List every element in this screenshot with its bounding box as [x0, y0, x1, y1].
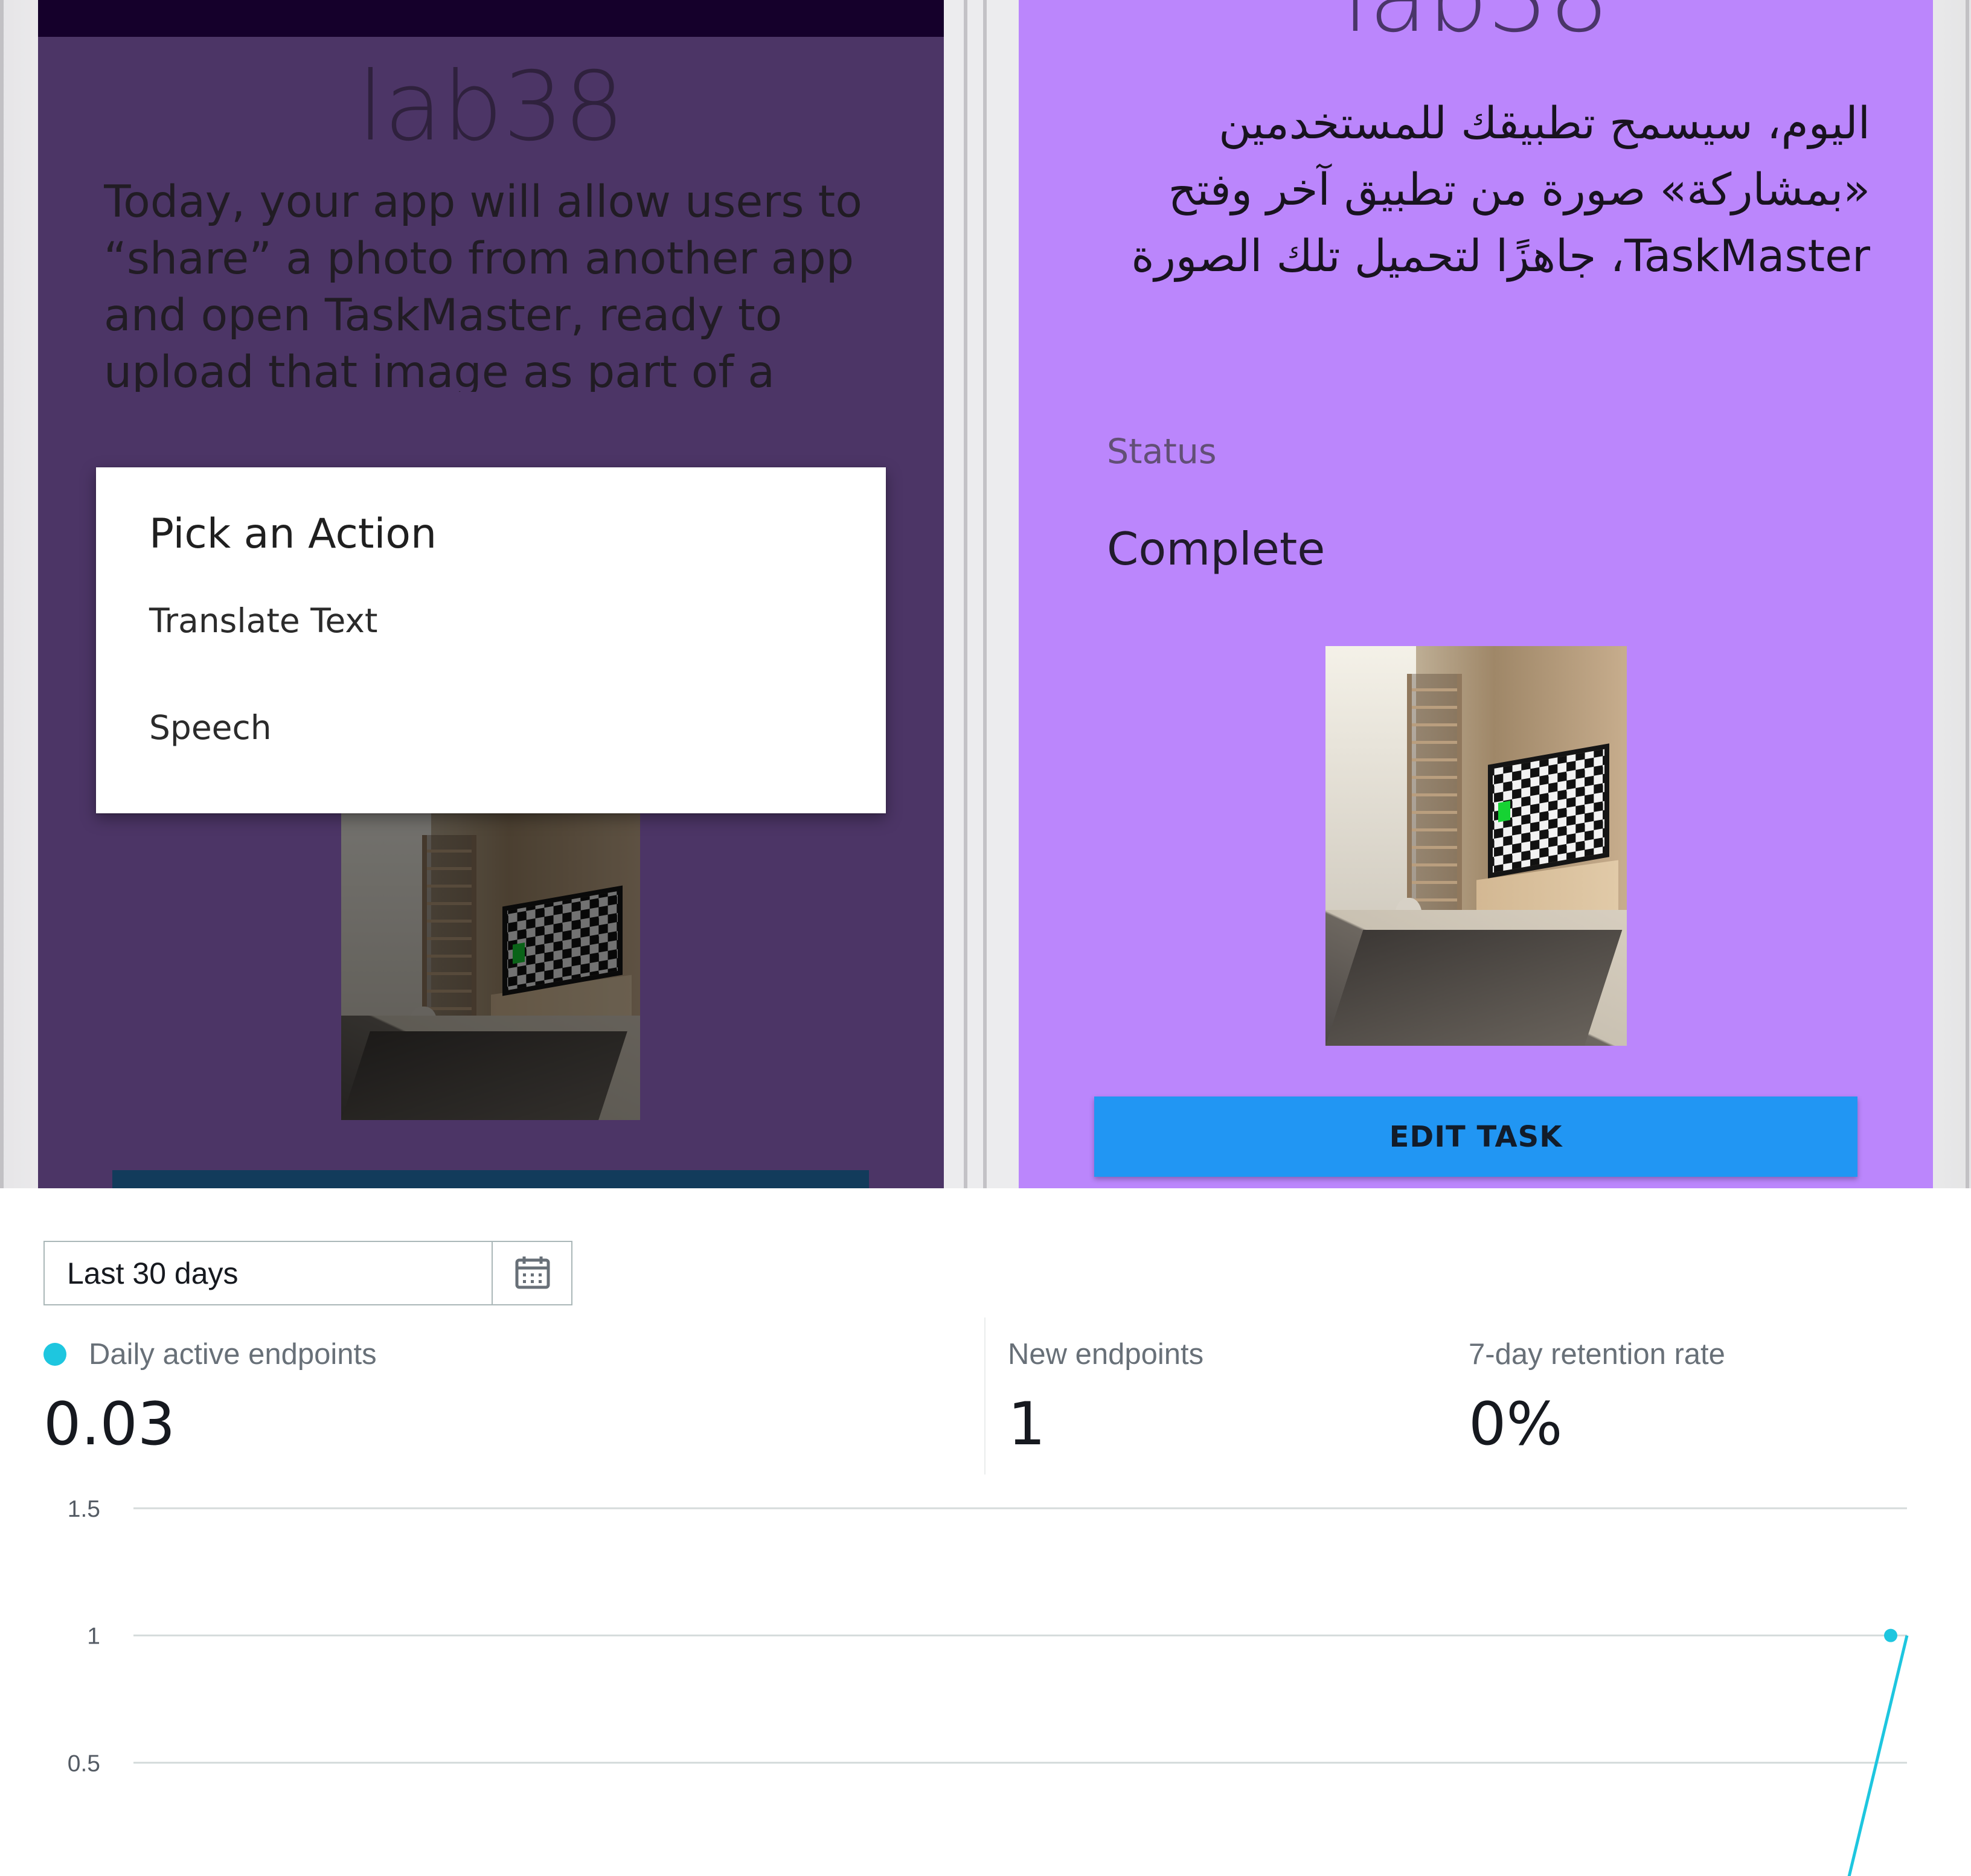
android-screenshots: lab38 Today, your app will allow users t…: [0, 0, 1971, 1188]
retention-rate-metric: 7-day retention rate 0%: [1469, 1336, 1861, 1454]
room-rug: [1325, 930, 1623, 1046]
daily-active-endpoints-point: [1884, 1628, 1897, 1642]
screenshot-page: lab38 Today, your app will allow users t…: [0, 0, 1971, 1876]
line-chart-svg: 1.5 1 0.5: [68, 1496, 1909, 1876]
daily-active-endpoints-line: [1847, 1635, 1909, 1876]
status-label: Status: [1107, 432, 1217, 472]
left-task-image: [341, 813, 640, 1120]
phone-bezel-middle-left: [964, 0, 967, 1188]
new-endpoints-label: New endpoints: [1008, 1337, 1204, 1371]
room-rug: [341, 1031, 627, 1120]
phone-bezel-left: [0, 0, 4, 1188]
calendar-button[interactable]: [493, 1242, 571, 1304]
room-shelf: [421, 834, 476, 1025]
date-range-picker[interactable]: Last 30 days: [43, 1241, 572, 1305]
daily-active-endpoints-chart: 1.5 1 0.5: [0, 1471, 1971, 1876]
retention-rate-value: 0%: [1469, 1390, 1563, 1459]
status-value: Complete: [1107, 522, 1325, 575]
new-endpoints-value: 1: [1008, 1390, 1046, 1459]
left-lab-description: Today, your app will allow users to “sha…: [104, 176, 862, 392]
calendar-icon: [515, 1257, 550, 1289]
phone-bezel-right: [1966, 0, 1969, 1188]
series-color-dot: [43, 1343, 66, 1366]
daily-active-endpoints-value: 0.03: [43, 1390, 176, 1459]
metric-separator: [984, 1317, 986, 1474]
right-lab-title: lab38: [1019, 0, 1933, 46]
dialog-title: Pick an Action: [149, 510, 437, 558]
tv-green-marker: [1498, 800, 1511, 822]
phone-bezel-middle-right: [983, 0, 987, 1188]
y-tick-label: 1: [87, 1624, 100, 1650]
new-endpoints-metric: New endpoints 1: [1008, 1336, 1370, 1454]
translate-text-action[interactable]: Translate Text: [149, 589, 813, 653]
daily-active-endpoints-metric: Daily active endpoints 0.03: [43, 1336, 949, 1454]
speech-action[interactable]: Speech: [149, 696, 813, 760]
room-shelf: [1406, 674, 1462, 922]
tv-green-marker: [513, 943, 525, 964]
left-lab-title: lab38: [357, 51, 625, 162]
right-lab-description-arabic: اليوم، سيسمح تطبيقك للمستخدمين «بمشاركة»…: [1131, 98, 1870, 282]
right-task-image: [1325, 646, 1627, 1046]
left-action-bar: [112, 1170, 869, 1188]
room-tv: [1488, 743, 1610, 879]
retention-rate-label: 7-day retention rate: [1469, 1337, 1725, 1371]
pick-action-dialog: Pick an Action Translate Text Speech: [96, 467, 886, 813]
status-bar: [38, 0, 944, 37]
y-tick-label: 0.5: [68, 1750, 100, 1776]
edit-task-button[interactable]: EDIT TASK: [1094, 1096, 1857, 1177]
right-phone-screen: lab38 اليوم، سيسمح تطبيقك للمستخدمين «بم…: [1019, 0, 1933, 1188]
daily-active-endpoints-label: Daily active endpoints: [43, 1336, 949, 1372]
daily-active-endpoints-text: Daily active endpoints: [89, 1337, 377, 1371]
analytics-dashboard: Last 30 days Daily active endpoints 0.03…: [0, 1188, 1971, 1876]
date-range-value: Last 30 days: [67, 1257, 239, 1290]
left-phone-screen: lab38 Today, your app will allow users t…: [38, 0, 944, 1188]
y-tick-label: 1.5: [68, 1496, 100, 1522]
